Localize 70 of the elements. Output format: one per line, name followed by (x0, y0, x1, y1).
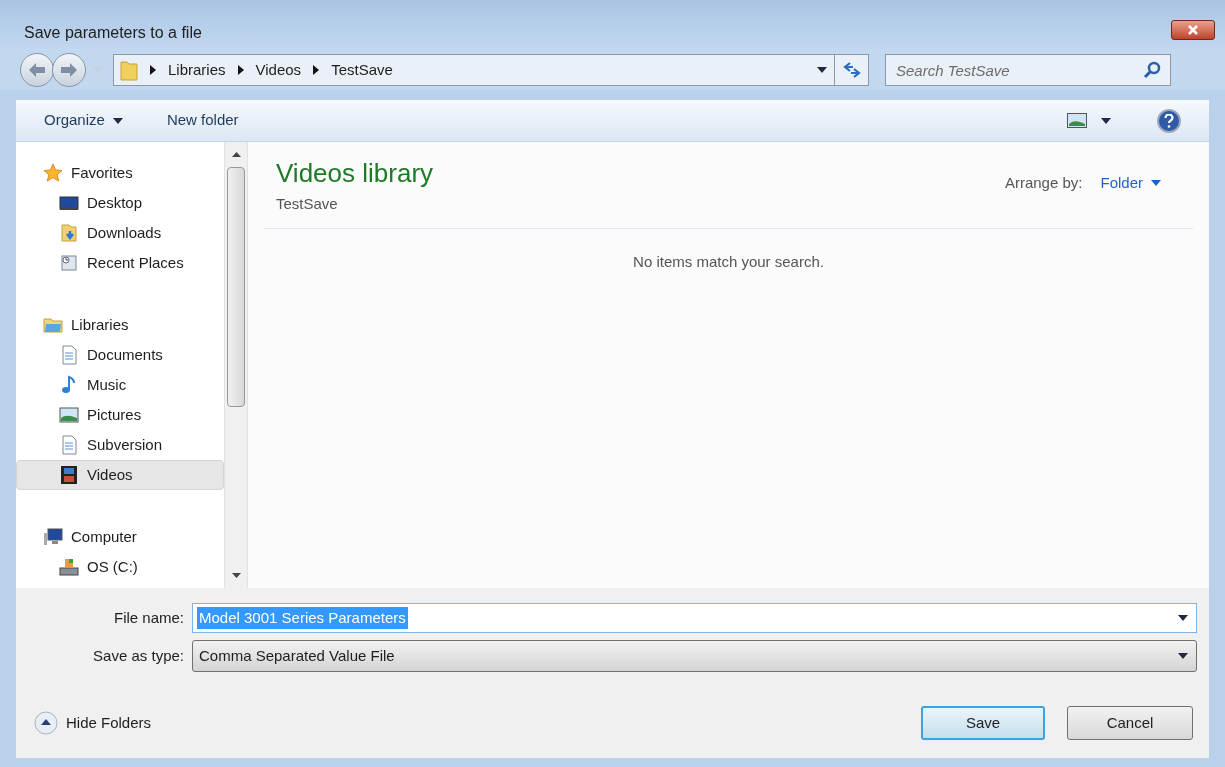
save-as-type-dropdown[interactable]: Comma Separated Value File (192, 640, 1197, 672)
drive-icon (59, 557, 79, 577)
chevron-right-icon (150, 65, 156, 75)
caret-icon (1101, 117, 1111, 124)
save-button[interactable]: Save (921, 706, 1045, 740)
question-mark-icon (1164, 113, 1174, 128)
address-bar[interactable]: Libraries Videos TestSave (113, 54, 869, 86)
caret-icon (1151, 180, 1161, 187)
nav-item[interactable]: Videos (16, 460, 224, 490)
forward-button[interactable] (52, 53, 86, 87)
save-as-type-label: Save as type: (92, 645, 185, 666)
dropdown-caret-icon (1178, 653, 1188, 659)
recent-places-icon (59, 253, 79, 273)
right-arrow-icon (61, 63, 77, 77)
monitor-icon (59, 193, 79, 213)
picture-icon (1067, 113, 1087, 128)
scrollbar[interactable] (224, 142, 248, 588)
dropdown-caret-icon (1178, 615, 1188, 621)
file-name-value: Model 3001 Series Parameters (197, 606, 408, 630)
nav-item[interactable]: Desktop (16, 188, 224, 218)
nav-item[interactable]: Computer (16, 522, 224, 552)
nav-item[interactable]: Subversion (16, 430, 224, 460)
cancel-button[interactable]: Cancel (1067, 706, 1193, 740)
nav-item[interactable]: Pictures (16, 400, 224, 430)
window-title: Save parameters to a file (24, 23, 202, 43)
breadcrumb-item[interactable]: Videos (255, 58, 302, 82)
search-icon (1143, 61, 1161, 79)
collapse-up-icon (34, 711, 58, 735)
organize-button[interactable]: Organize (44, 109, 123, 132)
nav-item[interactable]: Downloads (16, 218, 224, 248)
document-icon (59, 435, 79, 455)
folder-icon (120, 59, 138, 81)
arrange-label: Arrange by: (1004, 173, 1083, 193)
film-strip-icon (59, 465, 79, 485)
nav-item[interactable]: OS (C:) (16, 552, 224, 582)
scroll-down-arrow-icon (231, 573, 241, 578)
breadcrumb-item[interactable]: TestSave (331, 58, 393, 82)
nav-item[interactable]: Documents (16, 340, 224, 370)
new-folder-button[interactable]: New folder (166, 109, 239, 132)
computer-icon (43, 527, 63, 547)
folder-download-icon (59, 223, 79, 243)
landscape-picture-icon (59, 405, 79, 425)
arrange-dropdown[interactable]: Folder (1100, 172, 1161, 195)
close-icon (1187, 24, 1199, 36)
view-button[interactable] (1067, 113, 1111, 128)
caret-icon (817, 67, 827, 73)
document-icon (59, 345, 79, 365)
library-title: Videos library (276, 157, 434, 190)
nav-item[interactable]: Recent Places (16, 248, 224, 278)
empty-message: No items match your search. (633, 251, 824, 272)
breadcrumb-item[interactable]: Libraries (168, 58, 226, 82)
refresh-arrows-icon (841, 62, 862, 78)
chevron-right-icon (237, 65, 244, 75)
library-folder-icon (43, 315, 63, 335)
search-field[interactable]: Search TestSave (885, 54, 1171, 86)
nav-item[interactable]: Favorites (16, 158, 224, 188)
caret-icon (112, 117, 123, 124)
scroll-up-arrow-icon (231, 152, 241, 157)
star-icon (43, 163, 63, 183)
nav-item[interactable]: Libraries (16, 310, 224, 340)
hide-folders-button[interactable]: Hide Folders (34, 711, 152, 735)
scrollbar-thumb[interactable] (227, 167, 245, 407)
library-subtitle: TestSave (276, 194, 339, 214)
file-name-label: File name: (112, 607, 185, 628)
back-button[interactable] (20, 53, 54, 87)
close-button[interactable] (1171, 20, 1215, 40)
chevron-right-icon (313, 65, 320, 75)
left-arrow-icon (29, 63, 45, 77)
help-button[interactable] (1157, 108, 1181, 133)
nav-item[interactable]: Music (16, 370, 224, 400)
